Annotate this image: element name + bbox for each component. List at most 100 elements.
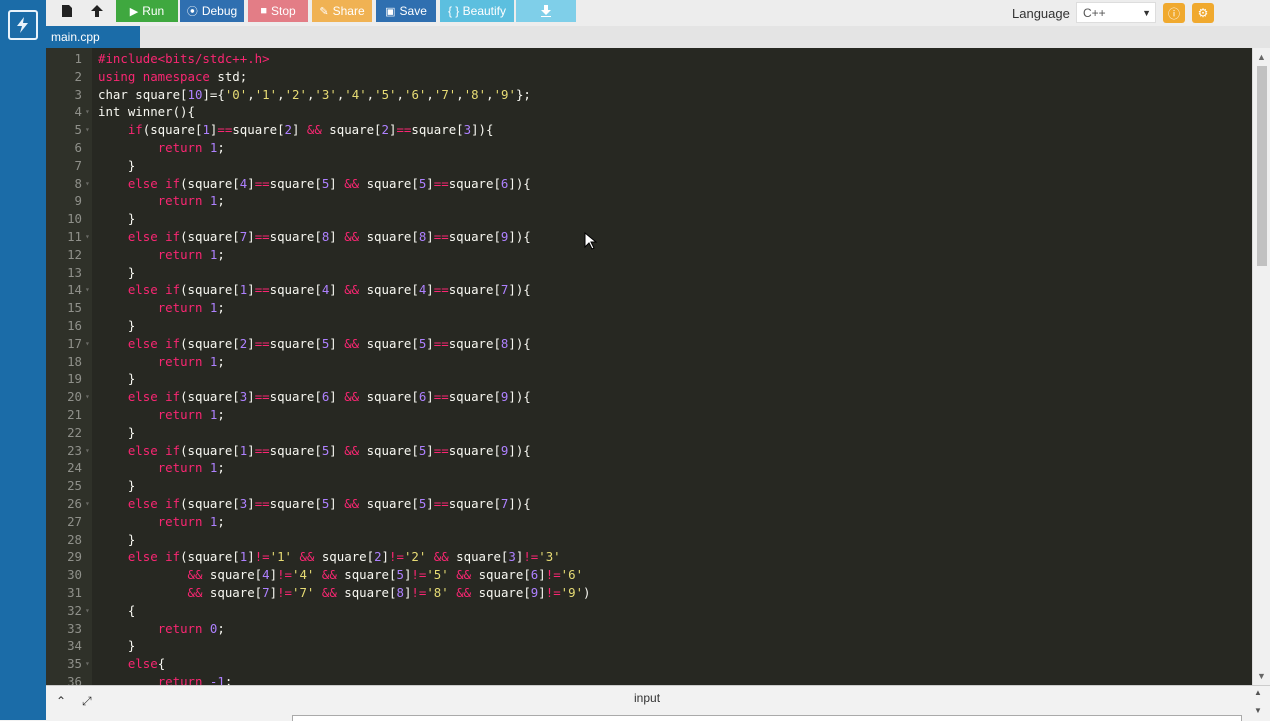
code-line: 14 ▾ else if(square[1]==square[4] && squa… xyxy=(46,281,1252,299)
beautify-label: { } Beautify xyxy=(447,4,507,18)
code-line: 34 } xyxy=(46,637,1252,655)
code-line: 9 return 1; xyxy=(46,192,1252,210)
line-number: 10 xyxy=(67,211,82,227)
run-button[interactable]: ▶ Run xyxy=(116,0,178,22)
line-number: 15 xyxy=(67,300,82,316)
scroll-down-icon[interactable]: ▼ xyxy=(1257,671,1266,681)
fold-arrow-icon[interactable]: ▾ xyxy=(85,121,90,139)
code-line: 35 ▾ else{ xyxy=(46,655,1252,673)
code-text: #include<bits/stdc++.h> xyxy=(98,51,270,66)
line-number: 19 xyxy=(67,371,82,387)
code-text: return 1; xyxy=(157,513,225,529)
fold-arrow-icon[interactable]: ▾ xyxy=(85,103,90,121)
debug-button[interactable]: ⦿ Debug xyxy=(180,0,244,22)
fold-arrow-icon[interactable]: ▾ xyxy=(85,335,90,353)
line-number: 34 xyxy=(67,638,82,654)
beautify-button[interactable]: { } Beautify xyxy=(440,0,514,22)
language-select[interactable]: C++ ▼ xyxy=(1076,2,1156,23)
stop-label: Stop xyxy=(270,4,296,18)
code-line: 10 } xyxy=(46,210,1252,228)
share-button[interactable]: ✎ Share xyxy=(312,0,372,22)
fold-arrow-icon[interactable]: ▾ xyxy=(85,388,90,406)
stop-button[interactable]: ■ Stop xyxy=(248,0,308,22)
save-button[interactable]: ▣ Save xyxy=(376,0,436,22)
code-text: else if(square[7]==square[8] && square[8… xyxy=(127,228,531,244)
file-icon xyxy=(62,5,72,17)
line-number: 16 xyxy=(67,317,82,333)
line-number: 6 xyxy=(74,139,82,155)
editor-scrollbar[interactable]: ▲ ▼ xyxy=(1252,48,1270,685)
code-text: else if(square[1]==square[5] && square[5… xyxy=(127,442,531,458)
code-text: return -1; xyxy=(157,673,233,685)
code-line: 26 ▾ else if(square[3]==square[5] && squa… xyxy=(46,495,1252,513)
code-line: 32 ▾ { xyxy=(46,602,1252,620)
upload-icon xyxy=(91,5,103,17)
input-field[interactable] xyxy=(292,715,1242,721)
line-number: 27 xyxy=(67,513,82,529)
code-text: } xyxy=(98,531,136,547)
code-text: return 1; xyxy=(157,300,225,316)
panel-scroll-down-icon[interactable]: ▼ xyxy=(1254,706,1262,715)
line-number: 25 xyxy=(67,478,82,494)
code-line: 23 ▾ else if(square[1]==square[5] && squa… xyxy=(46,442,1252,460)
fold-arrow-icon[interactable]: ▾ xyxy=(85,495,90,513)
code-text: else if(square[1]!='1' && square[2]!='2'… xyxy=(127,549,561,565)
settings-button[interactable]: ⚙ xyxy=(1192,3,1214,23)
code-line: 17 ▾ else if(square[2]==square[5] && squa… xyxy=(46,335,1252,353)
mouse-pointer-icon xyxy=(584,231,598,250)
code-line: 12 return 1; xyxy=(46,246,1252,264)
download-icon xyxy=(541,5,551,17)
io-panel: ⌃ ⤢ input ▲ ▼ xyxy=(46,685,1270,721)
panel-scroll-up-icon[interactable]: ▲ xyxy=(1254,688,1262,697)
new-file-button[interactable] xyxy=(54,0,80,22)
code-line: 7 } xyxy=(46,157,1252,175)
code-line: 27 return 1; xyxy=(46,513,1252,531)
code-line: 31 && square[7]!='7' && square[8]!='8' &… xyxy=(46,584,1252,602)
code-text: else if(square[2]==square[5] && square[5… xyxy=(127,335,531,351)
code-text: else if(square[3]==square[6] && square[6… xyxy=(127,389,531,405)
code-line: 21 return 1; xyxy=(46,406,1252,424)
app-logo-icon[interactable] xyxy=(8,10,38,40)
left-rail xyxy=(0,0,46,720)
upload-button[interactable] xyxy=(84,0,110,22)
tab-main-cpp[interactable]: main.cpp xyxy=(46,26,140,48)
code-editor[interactable]: 1 #include<bits/stdc++.h> 2 using namespace… xyxy=(46,48,1252,685)
scrollbar-thumb[interactable] xyxy=(1257,66,1267,266)
fold-arrow-icon[interactable]: ▾ xyxy=(85,602,90,620)
code-line: 19 } xyxy=(46,370,1252,388)
fold-arrow-icon[interactable]: ▾ xyxy=(85,228,90,246)
code-line: 13 } xyxy=(46,264,1252,282)
fold-arrow-icon[interactable]: ▾ xyxy=(85,655,90,673)
code-line: 15 return 1; xyxy=(46,299,1252,317)
line-number: 29 xyxy=(67,549,82,565)
line-number: 14 xyxy=(67,282,82,298)
code-text: else{ xyxy=(127,656,166,672)
code-line: 18 return 1; xyxy=(46,353,1252,371)
code-text: } xyxy=(98,157,136,173)
code-text: } xyxy=(98,211,136,227)
code-line: 36 return -1; xyxy=(46,673,1252,685)
fold-arrow-icon[interactable]: ▾ xyxy=(85,281,90,299)
info-icon: ⓘ xyxy=(1167,6,1180,21)
expand-icon[interactable]: ⤢ xyxy=(82,694,92,709)
line-number: 5 xyxy=(74,122,82,138)
share-icon: ✎ xyxy=(319,5,329,18)
line-number: 1 xyxy=(74,51,82,66)
code-text: } xyxy=(98,317,136,333)
fold-arrow-icon[interactable]: ▾ xyxy=(85,442,90,460)
code-line: 28 } xyxy=(46,531,1252,549)
line-number: 21 xyxy=(67,406,82,422)
line-number: 9 xyxy=(74,193,82,209)
code-text: else if(square[4]==square[5] && square[5… xyxy=(127,175,531,191)
scroll-up-icon[interactable]: ▲ xyxy=(1257,52,1266,62)
code-line: 3 char square[10]={'0','1','2','3','4','5… xyxy=(46,86,1252,104)
chevron-up-icon[interactable]: ⌃ xyxy=(56,694,66,708)
download-button[interactable] xyxy=(516,0,576,22)
line-number: 32 xyxy=(67,602,82,618)
fold-arrow-icon[interactable]: ▾ xyxy=(85,175,90,193)
code-lines: 1 #include<bits/stdc++.h> 2 using namespace… xyxy=(46,50,1252,685)
info-button[interactable]: ⓘ xyxy=(1163,3,1185,23)
code-line: 33 return 0; xyxy=(46,620,1252,638)
line-number: 35 xyxy=(67,656,82,672)
stop-icon: ■ xyxy=(260,5,267,17)
